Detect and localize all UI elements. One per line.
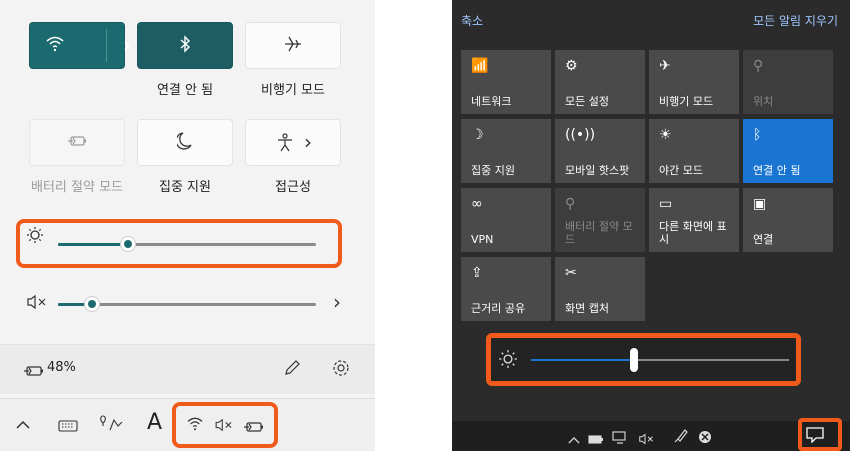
- blocked-status-icon[interactable]: [698, 429, 712, 448]
- bluetooth-icon: [179, 34, 191, 57]
- airplane-tile[interactable]: [245, 22, 341, 69]
- wifi-icon: [46, 36, 64, 56]
- action-center-button-highlight-box: [798, 418, 842, 451]
- network-icon: 📶: [471, 58, 489, 74]
- clear-all-notifications-link[interactable]: 모든 알림 지우기: [753, 12, 838, 29]
- bluetooth-tile[interactable]: [137, 22, 233, 69]
- quick-action-tile[interactable]: ▭ 다른 화면에 표시: [649, 188, 739, 252]
- battery-saver-icon: [67, 135, 87, 151]
- quick-action-tile[interactable]: ⚲ 배터리 절약 모드: [555, 188, 645, 252]
- moon-icon: ☽: [471, 127, 484, 143]
- airplane-icon: [283, 35, 303, 57]
- quick-action-label: VPN: [471, 233, 494, 246]
- quick-action-tile[interactable]: ▣ 연결: [743, 188, 833, 252]
- battery-icon[interactable]: [588, 430, 604, 449]
- quick-action-tile[interactable]: ✈ 비행기 모드: [649, 50, 739, 114]
- input-indicator-letter[interactable]: A: [147, 410, 162, 435]
- brightness-highlight-box: [16, 219, 342, 268]
- win10-brightness-icon: [498, 349, 518, 373]
- gear-icon: ⚙: [565, 58, 578, 74]
- win10-taskbar: [452, 418, 850, 451]
- win10-brightness-fill: [531, 359, 635, 361]
- show-hidden-icons-chevron-icon[interactable]: [16, 415, 30, 434]
- quick-action-tile[interactable]: ✂ 화면 캡처: [555, 257, 645, 321]
- quick-action-label: 연결 안 됨: [753, 164, 801, 177]
- accessibility-chevron-icon[interactable]: ›: [304, 130, 312, 154]
- airplane-icon: ✈: [659, 58, 671, 74]
- quick-action-tile[interactable]: ⚙ 모든 설정: [555, 50, 645, 114]
- touch-keyboard-icon[interactable]: [58, 417, 78, 436]
- hotspot-icon: ((•)): [565, 127, 596, 143]
- quick-action-tile[interactable]: ⚲ 위치: [743, 50, 833, 114]
- quick-action-label: 배터리 절약 모드: [565, 220, 633, 246]
- quick-action-tile[interactable]: ᛒ 연결 안 됨: [743, 119, 833, 183]
- win10-brightness-slider-thumb[interactable]: [630, 348, 639, 372]
- share-icon: ⇪: [471, 265, 483, 281]
- volume-output-chevron-icon[interactable]: ›: [333, 290, 341, 314]
- edit-pencil-icon[interactable]: [283, 359, 301, 381]
- connect-icon: ▣: [753, 196, 767, 212]
- quick-action-label: 모든 설정: [565, 95, 609, 108]
- volume-mute-icon[interactable]: [638, 430, 655, 449]
- quick-action-label: 화면 캡처: [565, 302, 609, 315]
- quick-action-tile[interactable]: ☀ 야간 모드: [649, 119, 739, 183]
- quick-action-tile[interactable]: 📶 네트워크: [461, 50, 551, 114]
- accessibility-label: 접근성: [275, 180, 311, 195]
- quick-action-label: 연결: [753, 233, 774, 246]
- focus-assist-tile[interactable]: [137, 119, 233, 166]
- taskbar-tray-highlight-box: [172, 402, 278, 448]
- quick-action-label: 네트워크: [471, 95, 512, 108]
- quick-action-label: 집중 지원: [471, 164, 515, 177]
- battery-saver-tile[interactable]: [29, 119, 125, 166]
- focus-assist-label: 집중 지원: [159, 180, 211, 195]
- comparison-screenshot: › 연결 안 됨 비행기 모드 › 배터리 절약 모드 집중 지원 접근성 › …: [0, 0, 850, 451]
- collapse-link[interactable]: 축소: [461, 12, 483, 29]
- accessibility-icon: [276, 133, 294, 157]
- quick-action-label: 다른 화면에 표시: [659, 220, 727, 246]
- battery-saver-icon: ⚲: [565, 196, 576, 212]
- win10-brightness-highlight-box: [486, 333, 801, 386]
- quick-action-label: 모바일 핫스팟: [565, 164, 630, 177]
- bluetooth-icon: ᛒ: [753, 127, 762, 143]
- moon-icon: [175, 131, 193, 154]
- quick-action-tile[interactable]: ((•)) 모바일 핫스팟: [555, 119, 645, 183]
- battery-percentage: 48%: [47, 360, 76, 375]
- project-icon: ▭: [659, 196, 673, 212]
- pen-ink-icon[interactable]: [673, 428, 689, 448]
- bluetooth-label: 연결 안 됨: [156, 83, 214, 98]
- quick-action-label: 비행기 모드: [659, 95, 714, 108]
- quick-action-tile[interactable]: ☽ 집중 지원: [461, 119, 551, 183]
- win11-quick-settings: › 연결 안 됨 비행기 모드 › 배터리 절약 모드 집중 지원 접근성 › …: [0, 0, 375, 451]
- volume-slider-thumb[interactable]: [83, 296, 100, 312]
- volume-mute-icon[interactable]: [26, 294, 48, 314]
- pen-workspace-icon[interactable]: [100, 414, 124, 436]
- airplane-label: 비행기 모드: [261, 83, 325, 98]
- quick-action-tile[interactable]: ⇪ 근거리 공유: [461, 257, 551, 321]
- show-hidden-icons-chevron-icon[interactable]: [568, 430, 580, 449]
- quick-action-label: 위치: [753, 95, 774, 108]
- accessibility-tile[interactable]: ›: [245, 119, 341, 166]
- wifi-chevron-icon[interactable]: ›: [123, 33, 131, 57]
- wifi-tile[interactable]: ›: [29, 22, 131, 69]
- night-light-icon: ☀: [659, 127, 672, 143]
- settings-gear-icon[interactable]: [332, 359, 350, 381]
- network-icon[interactable]: [612, 429, 628, 448]
- quick-action-label: 근거리 공유: [471, 302, 526, 315]
- battery-saver-label: 배터리 절약 모드: [31, 180, 123, 195]
- battery-charging-icon: [22, 362, 44, 381]
- quick-action-tile[interactable]: ∞ VPN: [461, 188, 551, 252]
- location-icon: ⚲: [753, 58, 764, 74]
- quick-action-label: 야간 모드: [659, 164, 703, 177]
- screen-capture-icon: ✂: [565, 265, 577, 281]
- vpn-icon: ∞: [471, 196, 483, 212]
- win11-taskbar: A: [0, 398, 375, 451]
- quick-settings-footer: 48%: [0, 344, 375, 394]
